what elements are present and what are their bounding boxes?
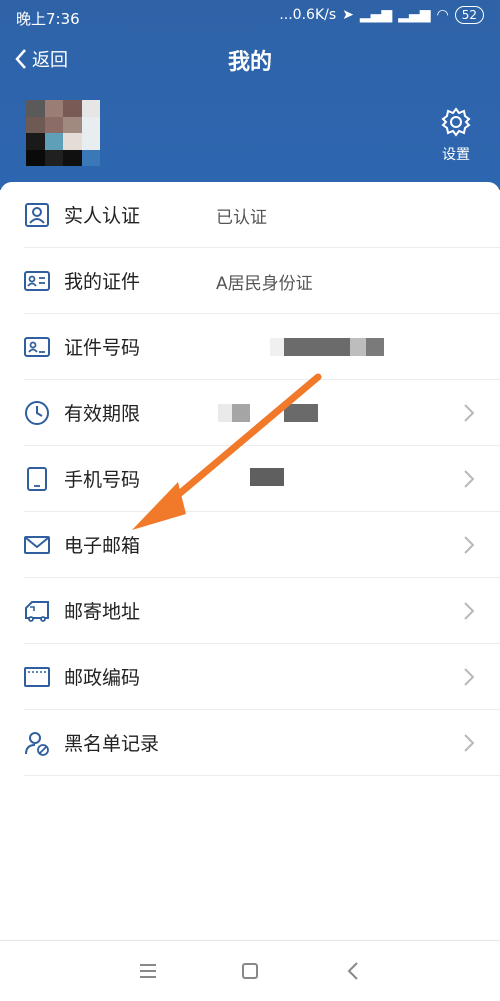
status-time: 晚上7:36 bbox=[16, 10, 80, 28]
redacted-block bbox=[270, 338, 284, 356]
location-icon: ➤ bbox=[342, 7, 354, 23]
avatar[interactable] bbox=[26, 100, 100, 166]
row-label: 证件号码 bbox=[64, 337, 141, 359]
row-real-name-auth[interactable]: 实人认证 已认证 bbox=[0, 182, 500, 248]
row-label: 有效期限 bbox=[64, 403, 141, 425]
row-phone-number[interactable]: 手机号码 bbox=[0, 446, 500, 512]
redacted-block bbox=[250, 468, 284, 486]
chevron-right-icon bbox=[464, 536, 475, 554]
home-icon[interactable] bbox=[238, 959, 262, 983]
row-label: 我的证件 bbox=[64, 271, 141, 293]
menu-icon[interactable] bbox=[136, 959, 160, 983]
chevron-right-icon bbox=[464, 404, 475, 422]
chevron-right-icon bbox=[464, 734, 475, 752]
row-label: 邮寄地址 bbox=[64, 601, 141, 623]
clock-icon bbox=[25, 401, 49, 425]
mail-icon bbox=[24, 536, 50, 554]
row-label: 电子邮箱 bbox=[64, 535, 141, 557]
row-label: 邮政编码 bbox=[64, 667, 141, 689]
nav-bar: 返回 我的 bbox=[0, 36, 500, 82]
row-my-documents[interactable]: 我的证件 A居民身份证 bbox=[0, 248, 500, 314]
row-email[interactable]: 电子邮箱 bbox=[0, 512, 500, 578]
row-document-number[interactable]: 证件号码 bbox=[0, 314, 500, 380]
truck-icon bbox=[25, 601, 49, 622]
row-value: A居民身份证 bbox=[216, 274, 313, 294]
status-indicators: ...0.6K/s ➤ ▂▄▆ ▂▄▆ ◠ 52 bbox=[279, 6, 484, 24]
redacted-block bbox=[284, 338, 350, 356]
redacted-block bbox=[232, 404, 250, 422]
chevron-right-icon bbox=[464, 470, 475, 488]
row-mailing-address[interactable]: 邮寄地址 bbox=[0, 578, 500, 644]
row-validity-period[interactable]: 有效期限 bbox=[0, 380, 500, 446]
row-blacklist-record[interactable]: 黑名单记录 bbox=[0, 710, 500, 776]
status-bar: 晚上7:36 ...0.6K/s ➤ ▂▄▆ ▂▄▆ ◠ 52 bbox=[0, 0, 500, 34]
row-value: 已认证 bbox=[216, 208, 267, 228]
chevron-right-icon bbox=[464, 668, 475, 686]
row-label: 实人认证 bbox=[64, 205, 141, 227]
divider bbox=[24, 775, 500, 776]
gear-icon bbox=[441, 107, 471, 137]
row-label: 手机号码 bbox=[64, 469, 141, 491]
network-speed: ...0.6K/s bbox=[279, 7, 337, 23]
redacted-block bbox=[366, 338, 384, 356]
postcode-icon bbox=[24, 667, 50, 687]
person-id-icon bbox=[25, 203, 49, 227]
phone-icon bbox=[27, 467, 47, 491]
signal-icon: ▂▄▆ bbox=[359, 7, 393, 23]
row-postal-code[interactable]: 邮政编码 bbox=[0, 644, 500, 710]
redacted-block bbox=[218, 404, 232, 422]
page-title: 我的 bbox=[227, 50, 272, 75]
profile-list: 实人认证 已认证 我的证件 A居民身份证 证件号码 有效期限 手机号码 电子邮箱… bbox=[0, 182, 500, 942]
row-label: 黑名单记录 bbox=[64, 733, 160, 755]
settings-button[interactable]: 设置 bbox=[436, 106, 476, 164]
battery-icon: 52 bbox=[454, 6, 484, 24]
blacklist-user-icon bbox=[25, 732, 49, 756]
system-nav-bar bbox=[0, 940, 500, 1001]
settings-label: 设置 bbox=[442, 147, 470, 163]
id-number-icon bbox=[24, 337, 50, 357]
profile-header: 晚上7:36 ...0.6K/s ➤ ▂▄▆ ▂▄▆ ◠ 52 返回 我的 设置 bbox=[0, 0, 500, 190]
redacted-block bbox=[350, 338, 366, 356]
back-nav-icon[interactable] bbox=[342, 959, 366, 983]
id-card-icon bbox=[24, 271, 50, 291]
signal-icon-2: ▂▄▆ bbox=[398, 7, 431, 23]
wifi-icon: ◠ bbox=[436, 7, 449, 23]
chevron-right-icon bbox=[464, 602, 475, 620]
redacted-block bbox=[284, 404, 318, 422]
